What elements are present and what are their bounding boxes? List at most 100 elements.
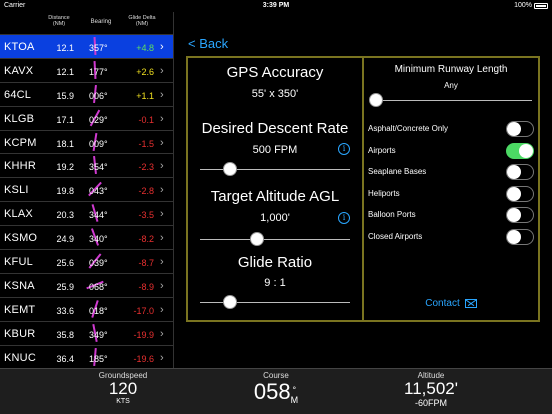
contact-label: Contact xyxy=(425,298,460,309)
airport-glide-delta: -8.9 xyxy=(138,281,154,292)
airport-bearing: 185° xyxy=(89,353,108,364)
target-altitude-slider-track[interactable] xyxy=(200,239,350,240)
altitude-readout: Altitude 11,502' -60FPM xyxy=(393,369,469,408)
status-bar: Carrier 3:39 PM 100% xyxy=(0,0,552,12)
airport-id: KSMO xyxy=(4,232,38,245)
runway-length-title: Minimum Runway Length xyxy=(394,64,508,75)
glide-ratio-slider-thumb[interactable] xyxy=(223,295,237,309)
filter-toggle-label: Asphalt/Concrete Only xyxy=(368,124,449,133)
settings-left-column: GPS Accuracy 55' x 350' Desired Descent … xyxy=(188,58,362,320)
chevron-right-icon: › xyxy=(160,41,164,53)
filter-toggle-switch[interactable] xyxy=(506,185,534,202)
airport-row[interactable]: KEMT 33.6 018° -17.0 › xyxy=(0,296,173,321)
gps-accuracy-value: 55' x 350' xyxy=(251,88,299,100)
airport-bearing: 006° xyxy=(89,90,108,101)
airport-bearing: 029° xyxy=(89,114,108,125)
filter-toggle-row: Airports xyxy=(368,142,534,160)
airport-row[interactable]: KAVX 12.1 177° +2.6 › xyxy=(0,57,173,82)
filter-toggle-switch[interactable] xyxy=(506,228,534,245)
airport-id: KBUR xyxy=(4,327,36,340)
groundspeed-value: 120 xyxy=(108,379,138,398)
filter-toggle-switch[interactable] xyxy=(506,164,534,180)
airport-id: KEMT xyxy=(4,303,36,316)
list-rows: KTOA 12.1 357° +4.8 › KAVX 12.1 177° +2.6 › 64CL 15… xyxy=(0,34,173,368)
chevron-right-icon: › xyxy=(160,208,164,221)
airport-distance: 18.1 xyxy=(56,138,74,149)
target-altitude-title: Target Altitude AGL xyxy=(210,188,340,205)
filter-toggle-row: Seaplane Bases xyxy=(368,163,534,181)
airport-row[interactable]: KCPM 18.1 009° -1.5 › xyxy=(0,129,173,154)
descent-info-icon[interactable]: i xyxy=(338,143,350,155)
airport-glide-delta: -2.8 xyxy=(138,186,154,197)
airport-glide-delta: -19.6 xyxy=(133,353,154,364)
airport-row[interactable]: KTOA 12.1 357° +4.8 › xyxy=(0,34,173,58)
header-glide-delta: Glide Delta (NM) xyxy=(128,15,156,27)
airport-bearing: 354° xyxy=(89,162,108,173)
settings-panel: GPS Accuracy 55' x 350' Desired Descent … xyxy=(186,56,540,322)
filter-toggle-switch[interactable] xyxy=(506,121,534,137)
airport-row[interactable]: KSLI 19.8 043° -2.8 › xyxy=(0,177,173,201)
filter-toggle-switch[interactable] xyxy=(506,142,534,159)
filter-toggle-label: Seaplane Bases xyxy=(368,167,427,176)
airport-glide-delta: -8.2 xyxy=(138,234,154,245)
airport-bearing: 344° xyxy=(89,210,108,221)
gps-accuracy-title: GPS Accuracy xyxy=(226,64,324,81)
airport-row[interactable]: KSNA 25.9 068° -8.9 › xyxy=(0,272,173,297)
airport-id: KNUC xyxy=(4,351,36,364)
airport-distance: 33.6 xyxy=(56,305,74,316)
filter-toggle-switch[interactable] xyxy=(506,207,534,223)
airport-distance: 17.1 xyxy=(56,114,74,125)
descent-rate-slider-thumb[interactable] xyxy=(223,162,237,176)
target-altitude-value: 1,000' xyxy=(260,212,290,224)
airport-bearing: 039° xyxy=(89,258,108,269)
target-altitude-slider-thumb[interactable] xyxy=(250,232,264,246)
airport-id: KTOA xyxy=(4,41,35,53)
airport-glide-delta: -8.7 xyxy=(138,258,154,269)
airport-row[interactable]: KSMO 24.9 340° -8.2 › xyxy=(0,225,173,249)
airport-row[interactable]: 64CL 15.9 006° +1.1 › xyxy=(0,81,173,106)
airport-glide-delta: -0.1 xyxy=(138,114,154,125)
airport-bearing: 009° xyxy=(89,138,108,149)
airport-row[interactable]: KHHR 19.2 354° -2.3 › xyxy=(0,153,173,177)
airport-id: KCPM xyxy=(4,136,37,149)
altitude-rate: -60FPM xyxy=(414,398,447,408)
airport-row[interactable]: KLGB 17.1 029° -0.1 › xyxy=(0,105,173,130)
airport-bearing: 043° xyxy=(89,186,108,197)
course-value: 058 xyxy=(253,379,291,404)
airport-distance: 25.9 xyxy=(56,281,74,292)
airport-id: KLAX xyxy=(4,208,33,221)
descent-rate-value: 500 FPM xyxy=(252,144,298,156)
groundspeed-unit: KTS xyxy=(116,398,130,405)
airport-row[interactable]: KFUL 25.6 039° -8.7 › xyxy=(0,249,173,273)
runway-length-value: Any xyxy=(444,81,458,90)
airport-id: KAVX xyxy=(4,64,34,77)
airport-distance: 35.8 xyxy=(56,329,74,340)
chevron-right-icon: › xyxy=(160,279,164,292)
contact-button[interactable]: Contact xyxy=(364,298,538,309)
airport-bearing: 349° xyxy=(89,329,108,340)
chevron-right-icon: › xyxy=(160,64,164,77)
airport-distance: 20.3 xyxy=(56,210,74,221)
airport-row[interactable]: KNUC 36.4 185° -19.6 › xyxy=(0,344,173,369)
airport-distance: 12.1 xyxy=(56,43,74,53)
altitude-info-icon[interactable]: i xyxy=(338,212,350,224)
glide-ratio-title: Glide Ratio xyxy=(237,254,313,271)
airport-distance: 36.4 xyxy=(56,353,74,364)
descent-rate-title: Desired Descent Rate xyxy=(201,120,349,137)
back-button[interactable]: < Back xyxy=(188,36,228,51)
airport-list[interactable]: Distance (NM) Bearing Glide Delta (NM) K… xyxy=(0,12,174,368)
filter-toggle-row: Asphalt/Concrete Only xyxy=(368,120,534,138)
airport-distance: 24.9 xyxy=(56,234,74,245)
airport-glide-delta: +2.6 xyxy=(136,66,154,77)
airport-bearing: 018° xyxy=(89,305,108,316)
airport-row[interactable]: KLAX 20.3 344° -3.5 › xyxy=(0,201,173,225)
runway-length-slider-track[interactable] xyxy=(370,100,532,101)
airport-glide-delta: -3.5 xyxy=(138,210,154,221)
airport-row[interactable]: KBUR 35.8 349° -19.9 › xyxy=(0,320,173,345)
airport-bearing: 177° xyxy=(89,66,108,77)
course-unit: M xyxy=(290,395,299,405)
airport-distance: 25.6 xyxy=(56,258,74,269)
glide-ratio-value: 9 : 1 xyxy=(264,277,286,289)
runway-length-slider-thumb[interactable] xyxy=(369,93,383,107)
course-readout: Course 058 ° M xyxy=(238,369,314,405)
